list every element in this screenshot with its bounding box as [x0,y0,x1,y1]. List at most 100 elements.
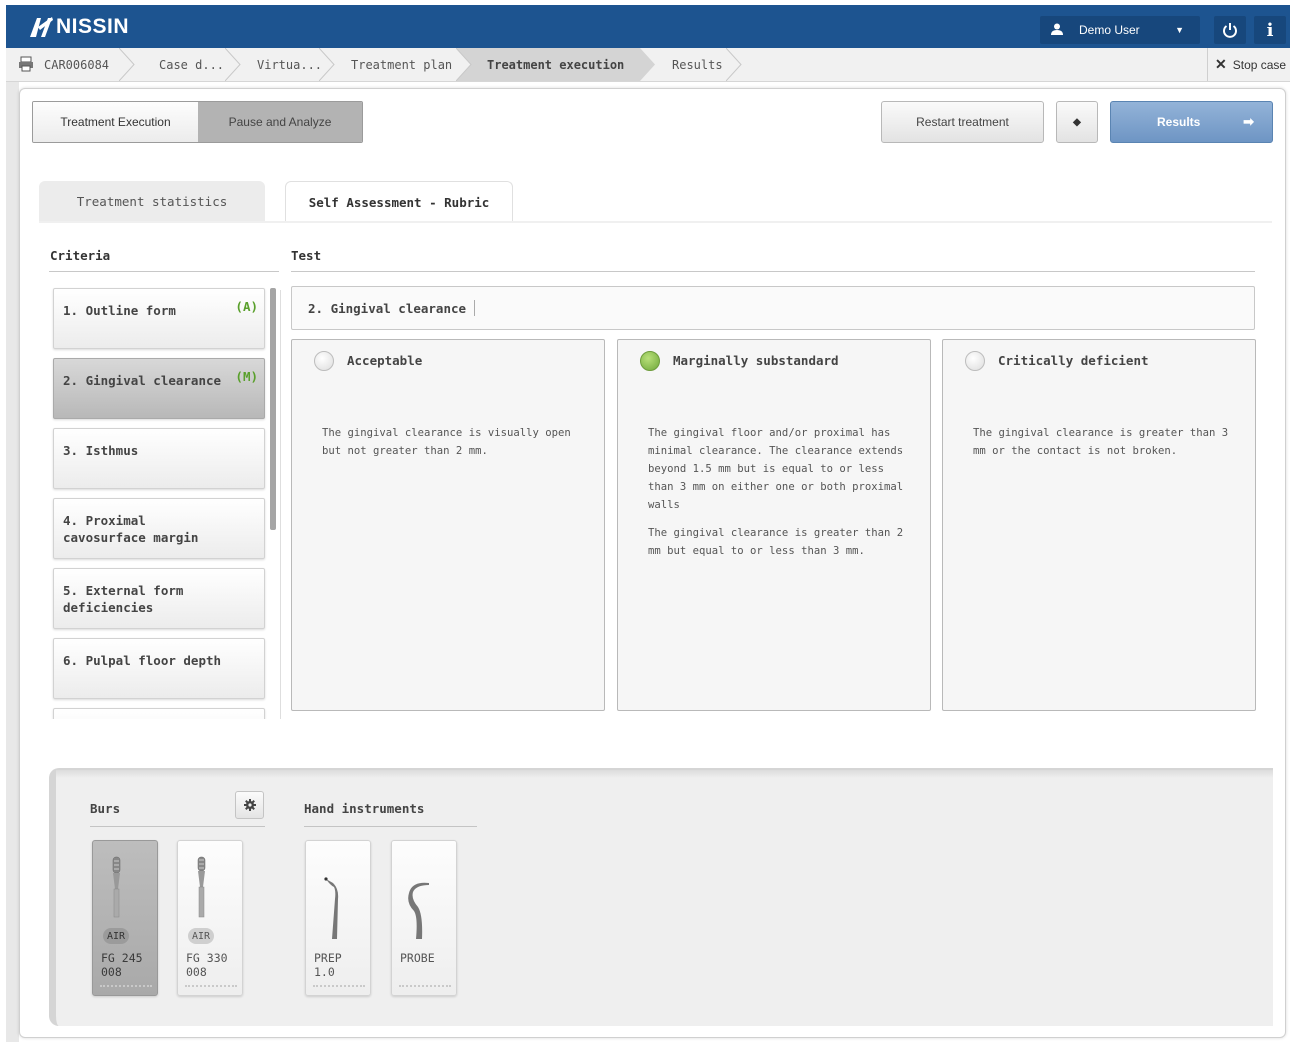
chevron-right-icon [640,48,655,81]
mode-toggle[interactable]: Treatment Execution Pause and Analyze [32,101,363,143]
tab-treatment-statistics[interactable]: Treatment statistics [39,181,265,222]
option-marginally-substandard[interactable]: Marginally substandard The gingival floo… [617,339,931,711]
burs-header: Burs [90,801,121,816]
divider [49,271,279,272]
crumb-label: Treatment plan [351,57,453,72]
tool-name: PROBE [400,951,435,965]
gear-icon [243,799,256,811]
criterion-external-form-deficiencies[interactable]: 5. External form deficiencies [53,568,265,629]
arrow-left-icon: ◆ [1072,114,1082,130]
breadcrumb-case-id[interactable]: CAR006084 [44,48,109,81]
description-text: The gingival clearance is visually open … [322,427,571,457]
tool-wear-indicator [185,985,237,987]
option-acceptable[interactable]: Acceptable The gingival clearance is vis… [291,339,605,711]
option-description: The gingival clearance is greater than 3… [973,424,1235,470]
power-icon [1223,23,1237,38]
top-bar: NISSIN Demo User ▼ i [6,5,1290,48]
case-id-label: CAR006084 [44,57,110,72]
criteria-header: Criteria [50,248,111,263]
criterion-isthmus[interactable]: 3. Isthmus [53,428,265,489]
hand-instruments-header: Hand instruments [304,801,425,816]
bur-icon [197,856,206,918]
selected-criterion-label: 2. Gingival clearance [308,300,467,316]
divider [280,290,281,719]
divider [304,826,477,827]
arrow-right-icon: ➡ [1243,114,1254,129]
tab-divider [39,221,1272,223]
breadcrumb-virtual[interactable]: Virtua... [257,48,322,81]
air-badge: AIR [188,928,214,944]
tool-name: FG 330 008 [186,951,228,979]
criterion-gingival-clearance[interactable]: 2. Gingival clearance (M) [53,358,265,419]
prep-instrument-icon [324,877,339,939]
description-text: The gingival floor and/or proximal has m… [648,427,904,511]
air-badge: AIR [103,928,129,944]
crumb-label: Treatment execution [487,57,625,72]
chevron-right-icon [726,48,742,81]
info-button[interactable]: i [1254,16,1286,44]
breadcrumb: CAR006084 Case d... Virtua... Treatment … [6,48,1290,82]
info-icon: i [1266,19,1274,41]
user-menu-button[interactable]: Demo User ▼ [1040,16,1200,44]
tab-self-assessment[interactable]: Self Assessment - Rubric [285,181,513,223]
radio-button-selected[interactable] [640,351,660,371]
breadcrumb-results[interactable]: Results [672,48,723,81]
restart-treatment-button[interactable]: Restart treatment [881,101,1044,143]
stop-case-button[interactable]: ✕ Stop case [1207,48,1290,81]
divider [90,826,265,827]
logo-mark-icon [30,17,53,37]
bur-icon [112,856,121,918]
results-button[interactable]: Results ➡ [1110,101,1273,143]
option-description: The gingival floor and/or proximal has m… [648,424,910,570]
chevron-right-icon [225,48,241,81]
chevron-right-icon [456,48,472,81]
criterion-grade: (M) [235,369,258,384]
criterion-label: 2. Gingival clearance [63,373,222,388]
option-critically-deficient[interactable]: Critically deficient The gingival cleara… [942,339,1256,711]
breadcrumb-case-details[interactable]: Case d... [159,48,224,81]
text-cursor [474,300,476,316]
bur-fg-245-008[interactable]: AIR FG 245 008 [92,840,158,996]
criterion-pulpal-floor-depth[interactable]: 6. Pulpal floor depth [53,638,265,699]
criterion-label: 4. Proximal cavosurface margin [63,513,199,545]
option-title: Acceptable [347,353,423,368]
chevron-right-icon [319,48,335,81]
criterion-label: 6. Pulpal floor depth [63,653,222,668]
criterion-outline-form[interactable]: 1. Outline form (A) [53,288,265,349]
criteria-scrollbar[interactable] [270,288,276,530]
probe-instrument-icon [408,882,429,939]
radio-button[interactable] [314,351,334,371]
crumb-label: Results [672,57,723,72]
pause-and-analyze-option[interactable]: Pause and Analyze [198,102,362,142]
hand-instrument-probe[interactable]: PROBE [391,840,457,996]
option-title: Critically deficient [998,353,1149,368]
test-header: Test [291,248,322,263]
treatment-execution-option[interactable]: Treatment Execution [33,102,198,142]
option-description: The gingival clearance is visually open … [322,424,584,470]
chevron-right-icon [119,48,135,81]
crumb-label: Virtua... [257,57,323,72]
criterion-label: 3. Isthmus [63,443,139,458]
breadcrumb-treatment-plan[interactable]: Treatment plan [351,48,452,81]
bur-settings-button[interactable] [235,791,264,819]
criterion-grade: (A) [235,299,258,314]
logout-button[interactable] [1214,16,1246,44]
tool-name: PREP 1.0 [314,951,342,979]
nissin-logo: NISSIN [28,14,129,40]
tool-wear-indicator [313,985,365,987]
back-button[interactable]: ◆ [1056,101,1098,143]
radio-button[interactable] [965,351,985,371]
hand-instrument-prep-1-0[interactable]: PREP 1.0 [305,840,371,996]
printer-icon[interactable] [18,56,34,76]
bur-fg-330-008[interactable]: AIR FG 330 008 [177,840,243,996]
criterion-proximal-cavosurface-margin[interactable]: 4. Proximal cavosurface margin [53,498,265,559]
description-text: The gingival clearance is greater than 3… [973,427,1229,457]
breadcrumb-treatment-execution[interactable]: Treatment execution [456,48,640,81]
criterion-next[interactable] [53,708,265,719]
tool-wear-indicator [100,985,152,987]
results-label: Results [1157,115,1201,129]
close-icon: ✕ [1215,56,1227,72]
criterion-label: 5. External form deficiencies [63,583,184,615]
criteria-list: 1. Outline form (A) 2. Gingival clearanc… [49,282,279,719]
divider [291,271,1255,272]
